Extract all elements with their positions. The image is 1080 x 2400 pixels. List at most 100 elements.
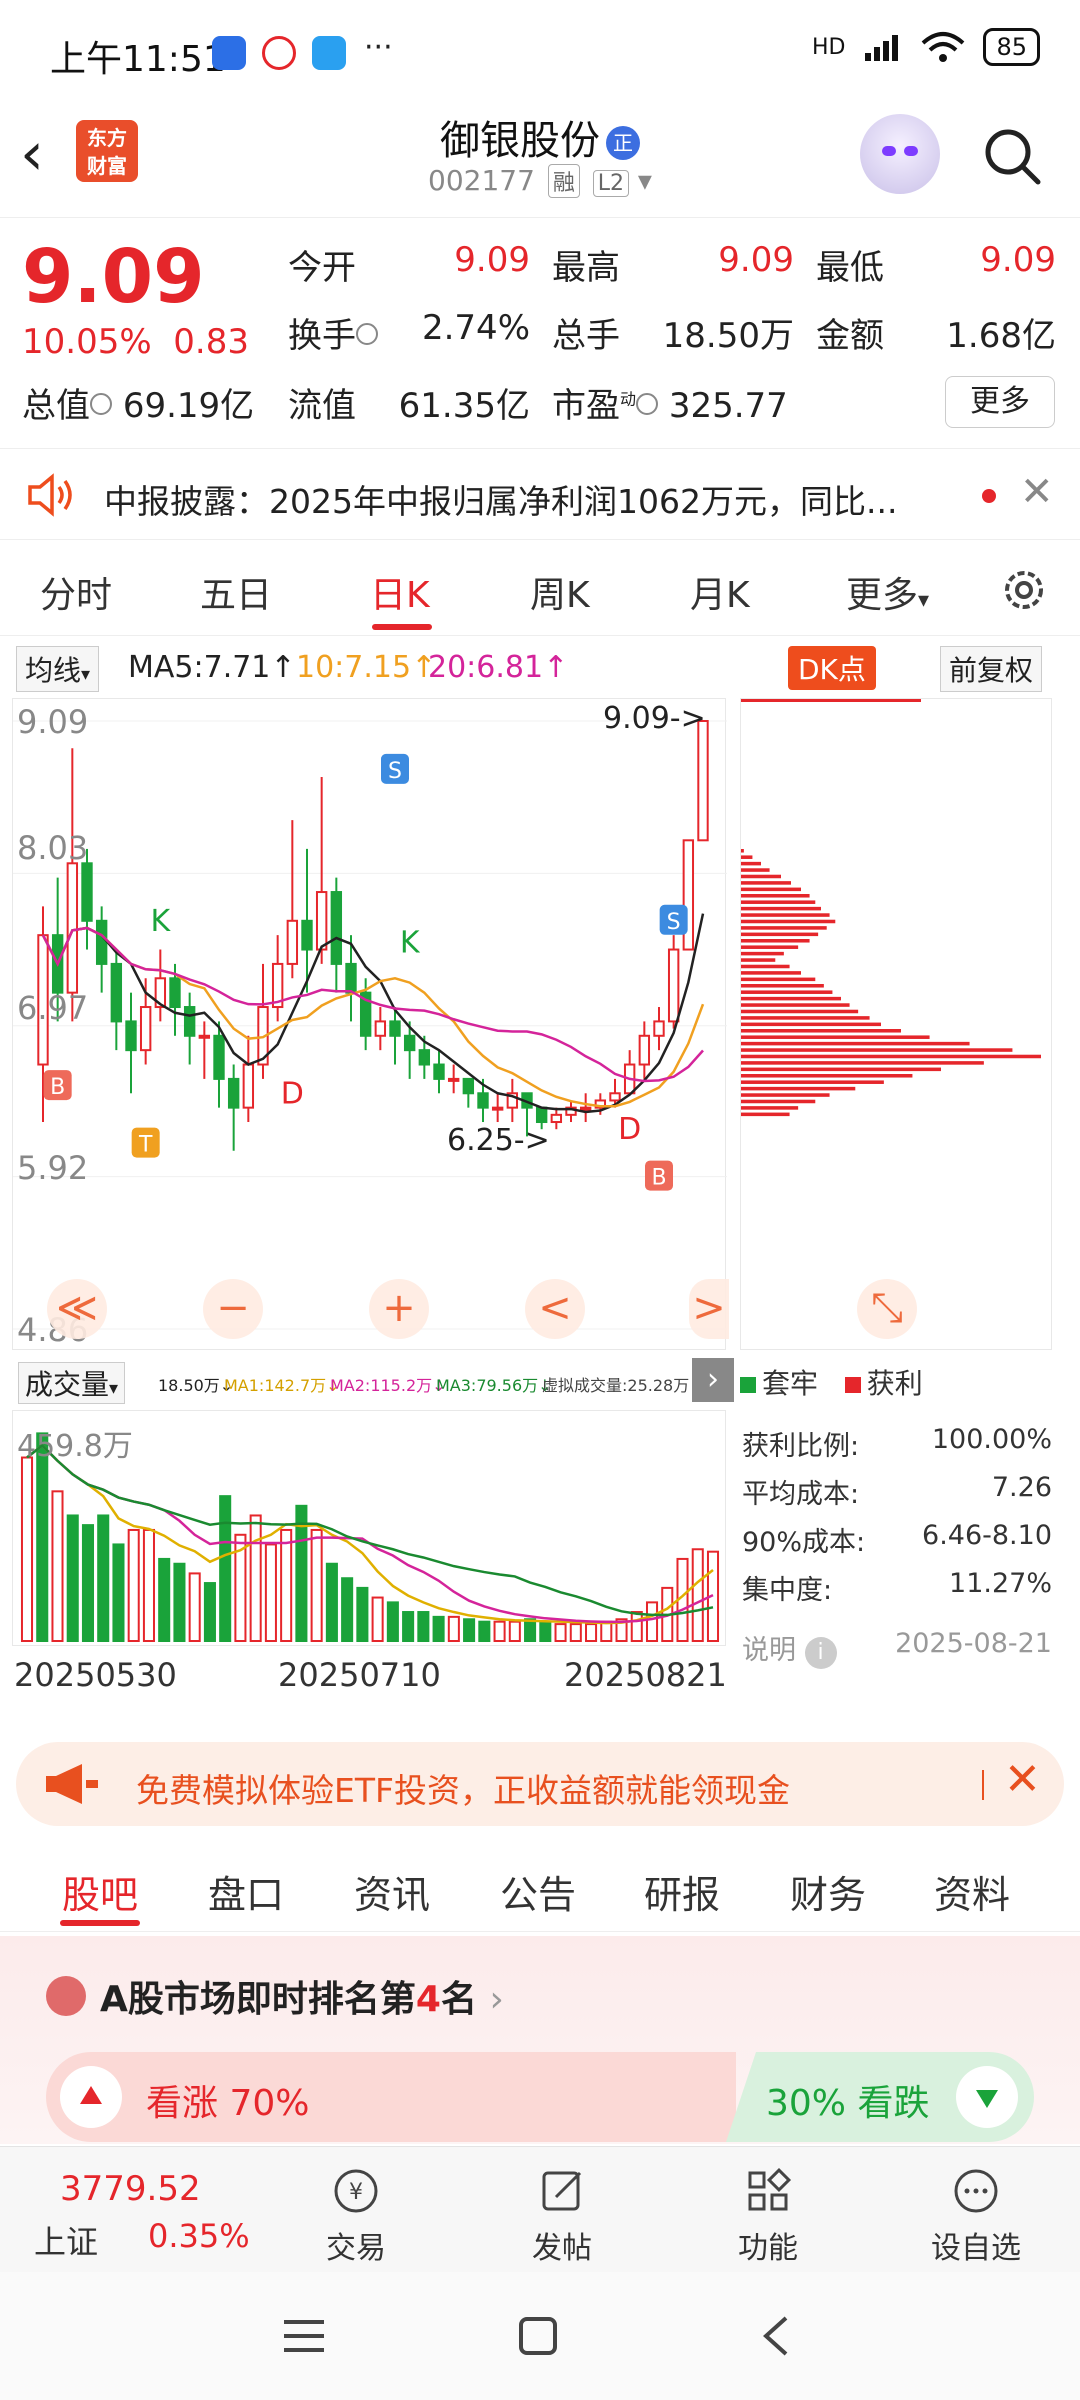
volume-bar (356, 1586, 369, 1642)
volume-bar (447, 1615, 460, 1642)
index-value[interactable]: 3779.52 (60, 2169, 201, 2209)
tab-forum[interactable]: 股吧 (62, 1864, 138, 1919)
scroll-start-button[interactable]: ≪ (47, 1279, 107, 1339)
tab-five-day[interactable]: 五日 (200, 566, 272, 618)
price-adjust-button[interactable]: 前复权 (940, 646, 1043, 692)
expand-icon[interactable]: ⤡ (857, 1279, 917, 1339)
nav-post[interactable]: 发帖 (502, 2165, 622, 2267)
volume-bar (249, 1514, 262, 1642)
robot-eye-right (904, 146, 918, 156)
low-value: 9.09 (980, 240, 1056, 280)
tab-research[interactable]: 研报 (644, 1864, 720, 1919)
search-icon[interactable] (980, 124, 1044, 188)
tab-intraday[interactable]: 分时 (40, 566, 112, 618)
tab-profile[interactable]: 资料 (934, 1864, 1010, 1919)
stat-value: 7.26 (991, 1472, 1052, 1503)
bottom-navigation: 3779.52 上证 0.35% ¥ 交易 发帖 功能 设自选 (0, 2146, 1080, 2272)
y-label-2: 8.03 (17, 829, 89, 867)
tab-financials[interactable]: 财务 (790, 1864, 866, 1919)
chip-bar (741, 906, 821, 911)
chart-tabs: 分时 五日 日K 周K 月K 更多▾ (0, 548, 1080, 636)
tab-news[interactable]: 资讯 (354, 1864, 430, 1919)
chip-bar (741, 868, 770, 872)
index-change[interactable]: 0.35% (148, 2217, 250, 2255)
zoom-out-button[interactable]: − (203, 1279, 263, 1339)
volume-virtual: 虚拟成交量:25.28万 (542, 1376, 690, 1395)
kline-chart[interactable]: SSBBKKTDD 9.09 8.03 6.97 5.92 4.86 9.09-… (12, 698, 729, 1350)
tab-orderbook[interactable]: 盘口 (208, 1864, 284, 1919)
chip-bar (741, 1041, 970, 1046)
volume-bar (371, 1596, 384, 1642)
chip-bar (741, 926, 827, 930)
chip-bar (741, 990, 833, 994)
chip-bar (741, 913, 830, 917)
battery-icon: 85 (983, 28, 1040, 66)
scroll-right-button[interactable]: > (689, 1279, 729, 1339)
ma10-value: 10:7.15↑ (296, 650, 437, 685)
volume-bar (219, 1495, 232, 1642)
info-icon[interactable] (90, 393, 112, 415)
chip-bar (741, 951, 784, 956)
close-icon[interactable]: ✕ (1020, 469, 1054, 515)
assistant-robot-avatar[interactable] (860, 114, 940, 194)
ranking-title[interactable]: A股市场即时排名第4名 › (100, 1970, 504, 2022)
back-icon[interactable] (760, 2314, 790, 2358)
close-icon[interactable]: ✕ (1004, 1754, 1041, 1805)
volume-bar (402, 1611, 415, 1642)
vote-up-button[interactable] (60, 2066, 122, 2128)
index-name[interactable]: 上证 (34, 2217, 98, 2263)
chevron-right-icon[interactable]: › (692, 1358, 734, 1402)
open-label: 今开 (288, 248, 356, 288)
chip-distribution-chart[interactable]: ⤡ (740, 698, 1052, 1350)
status-bar: 上午11:51 ··· HD 85 (0, 0, 1080, 100)
candle-body (403, 1034, 416, 1052)
indicator-select[interactable]: 均线▾ (16, 646, 100, 692)
home-icon[interactable] (518, 2316, 558, 2356)
nav-trade-label: 交易 (326, 2231, 386, 2266)
volume-bar (600, 1620, 613, 1642)
nav-trade[interactable]: ¥ 交易 (296, 2165, 416, 2267)
nav-functions[interactable]: 功能 (708, 2165, 828, 2267)
status-time: 上午11:51 (50, 39, 226, 80)
volume-bar (310, 1528, 323, 1642)
dk-point-button[interactable]: DK点 (788, 646, 876, 690)
chip-legend: 套牢 获利 (740, 1362, 923, 1402)
gear-icon[interactable] (998, 564, 1050, 616)
cost-90-row: 90%成本: 6.46-8.10 (742, 1520, 1052, 1559)
info-icon[interactable] (356, 323, 378, 345)
nav-add-watchlist[interactable]: 设自选 (916, 2165, 1036, 2267)
tab-more[interactable]: 更多▾ (846, 566, 929, 618)
explanation-row[interactable]: 说明 i 2025-08-21 (742, 1628, 1052, 1669)
volume-bar (554, 1623, 567, 1642)
volume-bar (630, 1611, 643, 1642)
info-icon[interactable] (636, 393, 659, 415)
scroll-left-button[interactable]: < (525, 1279, 585, 1339)
margin-tag: 融 (547, 164, 580, 198)
volume-chart[interactable]: 459.8万 (12, 1410, 726, 1646)
candle-body (66, 862, 79, 994)
news-text[interactable]: 中报披露：2025年中报归属净利润1062万元，同比... (104, 475, 944, 523)
menu-icon[interactable] (282, 2318, 326, 2354)
tab-monthly-k[interactable]: 月K (690, 566, 750, 618)
info-icon[interactable]: i (804, 1637, 837, 1669)
tab-daily-k[interactable]: 日K (370, 566, 430, 618)
candle-body (242, 1063, 255, 1109)
vote-down-button[interactable] (956, 2066, 1018, 2128)
chevron-down-icon: ▾ (81, 664, 91, 685)
news-strip[interactable]: 中报披露：2025年中报归属净利润1062万元，同比... ✕ (0, 448, 1080, 540)
low-marker: 6.25-> (447, 1123, 550, 1158)
more-button[interactable]: 更多 (945, 376, 1055, 428)
more-circle-icon (954, 2169, 998, 2213)
zoom-in-button[interactable]: + (369, 1279, 429, 1339)
promo-banner[interactable]: 免费模拟体验ETF投资，正收益额就能领现金 ✕ (16, 1742, 1064, 1826)
volume-indicator-select[interactable]: 成交量▾ (18, 1362, 126, 1404)
tab-weekly-k[interactable]: 周K (530, 566, 590, 618)
candle-body (345, 962, 357, 994)
promo-text[interactable]: 免费模拟体验ETF投资，正收益额就能领现金 (136, 1764, 790, 1812)
chip-bar (741, 1016, 870, 1020)
robot-eye-left (882, 146, 896, 156)
candle-body (535, 1106, 548, 1124)
candle-body (110, 962, 123, 1023)
tab-announcements[interactable]: 公告 (500, 1864, 576, 1919)
chip-bar (741, 881, 791, 885)
